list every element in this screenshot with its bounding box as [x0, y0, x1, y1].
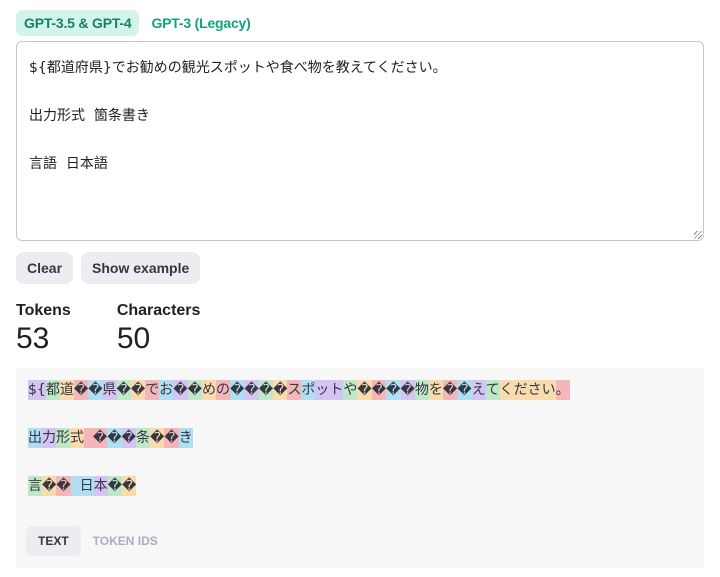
- tab-gpt-3-legacy[interactable]: GPT-3 (Legacy): [143, 10, 258, 36]
- token: や: [343, 380, 358, 400]
- token: ット: [315, 380, 344, 400]
- tokens-label: Tokens: [16, 302, 71, 319]
- tab-gpt-3-5-gpt-4[interactable]: GPT-3.5 & GPT-4: [16, 10, 140, 36]
- token: �: [442, 380, 458, 400]
- token: �: [229, 380, 245, 400]
- token: �: [187, 380, 202, 400]
- token: 物: [414, 380, 429, 400]
- model-tabs: GPT-3.5 & GPT-4 GPT-3 (Legacy): [16, 10, 259, 36]
- token: �: [357, 380, 372, 400]
- token: 県: [102, 380, 117, 400]
- token: 都: [45, 380, 60, 400]
- token: �: [130, 380, 146, 400]
- token: �: [84, 428, 108, 448]
- token: て: [485, 380, 500, 400]
- token-line: 出力形式 ���条��き: [28, 428, 570, 448]
- token: �: [42, 476, 57, 496]
- token: �: [149, 428, 165, 448]
- token: �: [121, 476, 137, 496]
- token: 。: [555, 380, 570, 400]
- characters-value: 50: [116, 322, 151, 355]
- token: �: [457, 380, 472, 400]
- token: 形: [56, 428, 70, 448]
- token: �: [244, 380, 259, 400]
- clear-button[interactable]: Clear: [16, 252, 74, 284]
- token: 言: [28, 476, 42, 496]
- token: 条: [135, 428, 150, 448]
- token-lines: ${都道��県��でお��めの����スポットや����物を��えてください。出…: [28, 380, 570, 524]
- token: を: [428, 380, 443, 400]
- token: き: [178, 428, 193, 448]
- token: ス: [287, 380, 302, 400]
- token: 力: [42, 428, 56, 448]
- view-tabs: TEXT TOKEN IDS: [26, 526, 170, 556]
- token: �: [164, 428, 179, 448]
- tokens-value: 53: [16, 322, 50, 355]
- token-line: 言�� 日本��: [28, 476, 570, 496]
- token: 日: [70, 476, 94, 496]
- token: �: [121, 428, 136, 448]
- token: �: [107, 428, 122, 448]
- token: お: [159, 380, 174, 400]
- characters-stat: Characters 50: [117, 302, 201, 356]
- token: �: [73, 380, 89, 400]
- token: め: [201, 380, 216, 400]
- token: 道: [59, 380, 74, 400]
- stats: Tokens 53 Characters 50: [16, 302, 200, 356]
- token: �: [88, 380, 103, 400]
- token: ください: [499, 380, 556, 400]
- token: �: [386, 380, 401, 400]
- token: �: [107, 476, 122, 496]
- tokens-stat: Tokens 53: [16, 302, 71, 356]
- characters-label: Characters: [116, 302, 201, 319]
- token: 式: [70, 428, 84, 448]
- token-line: ${都道��県��でお��めの����スポットや����物を��えてください。: [28, 380, 570, 400]
- prompt-textarea[interactable]: ${都道府県}でお勧めの観光スポットや食べ物を教えてください。 出力形式 箇条書…: [16, 41, 704, 241]
- token: �: [400, 380, 415, 400]
- token: 出: [28, 428, 42, 448]
- tokenized-output: ${都道��県��でお��めの����スポットや����物を��えてください。出…: [16, 368, 704, 568]
- token: で: [145, 380, 160, 400]
- token: �: [56, 476, 71, 496]
- token: 本: [93, 476, 108, 496]
- action-buttons: Clear Show example: [16, 252, 201, 284]
- token: �: [258, 380, 274, 400]
- token: え: [471, 380, 486, 400]
- token: �: [273, 380, 288, 400]
- tab-text[interactable]: TEXT: [26, 526, 81, 556]
- token: ポ: [301, 380, 316, 400]
- show-example-button[interactable]: Show example: [81, 252, 201, 284]
- token: �: [371, 380, 387, 400]
- token: �: [116, 380, 131, 400]
- token: �: [173, 380, 188, 400]
- token: の: [215, 380, 230, 400]
- tab-token-ids[interactable]: TOKEN IDS: [81, 526, 170, 556]
- token: ${: [28, 380, 46, 400]
